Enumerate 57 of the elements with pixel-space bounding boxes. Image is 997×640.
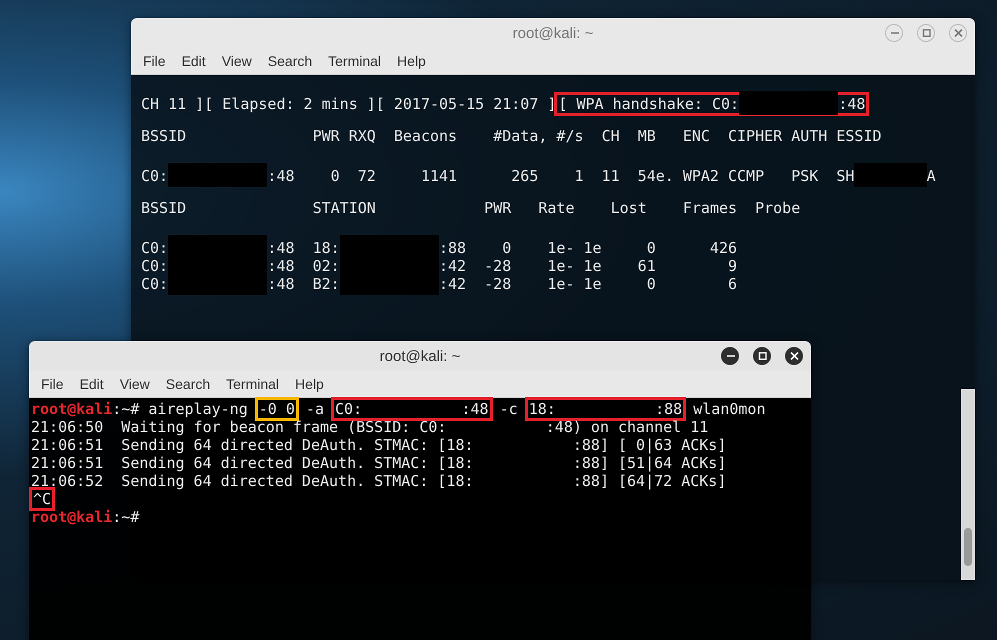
highlight-box: ^C [29, 487, 56, 511]
scrollbar-thumb[interactable] [964, 528, 972, 566]
minimize-icon [890, 29, 898, 37]
terminal-text: C0: [141, 275, 168, 293]
terminal-line: 21:06:51 Sending 64 directed DeAuth. STMAC: [18: :88] [ 0|63 ACKs] [31, 436, 728, 454]
minimize-button[interactable] [721, 347, 739, 365]
close-icon [954, 29, 962, 37]
terminal-text: :~# aireplay-ng [112, 400, 249, 418]
prompt-text: root@kali [31, 508, 112, 526]
terminal-line: 21:06:51 Sending 64 directed DeAuth. STMAC: [18: :88] [51|64 ACKs] [31, 454, 728, 472]
terminal-text: :88 0 1e- 1e 0 426 [439, 239, 738, 257]
terminal-text: :48 B2: [267, 275, 340, 293]
terminal-text: :42 -28 1e- 1e 0 6 [439, 275, 738, 293]
terminal-text: -a [304, 400, 325, 418]
maximize-icon [922, 29, 930, 37]
highlight-box: -0 0 [254, 397, 299, 421]
menu-item[interactable]: Search [260, 53, 320, 69]
terminal-text: :48 02: [267, 257, 340, 275]
menu-item[interactable]: Edit [72, 376, 112, 392]
menu-item[interactable]: File [33, 376, 72, 392]
terminal-text: [ WPA handshake: C0: [558, 95, 740, 113]
menu-item[interactable]: Terminal [320, 53, 390, 69]
minimize-icon [726, 352, 734, 360]
menu-item[interactable]: View [214, 53, 260, 69]
highlight-box: C0: :48 [331, 397, 493, 421]
terminal-text: C0: [141, 239, 168, 257]
terminal-text: C0: [141, 257, 168, 275]
prompt-text: root@kali [31, 400, 112, 418]
menu-item[interactable]: Search [158, 376, 218, 392]
scrollbar[interactable] [961, 389, 975, 580]
terminal-text: wlan0mon [692, 400, 766, 418]
terminal-text: CH 11 ][ Elapsed: 2 mins ][ 2017-05-15 21:07 ] [141, 95, 556, 113]
terminal-text: :48 0 72 1141 265 1 11 54e. WPA2 CCMP PSK SH [267, 167, 854, 185]
terminal-text: A [926, 167, 936, 185]
maximize-button[interactable] [753, 347, 771, 365]
terminal-line: BSSID STATION PWR Rate Lost Frames Probe [141, 199, 802, 217]
terminal-text: :~# [112, 508, 140, 526]
maximize-icon [758, 352, 766, 360]
terminal-line: BSSID PWR RXQ Beacons #Data, #/s CH MB ENC CIPHER AUTH ESSID [141, 127, 883, 145]
menu-item[interactable]: Help [389, 53, 434, 69]
menu-item[interactable]: Terminal [218, 376, 288, 392]
terminal-line: 21:06:50 Waiting for beacon frame (BSSID: C0: :48) on channel 11 [31, 418, 710, 436]
close-icon [790, 352, 798, 360]
window-title: root@kali: ~ [380, 348, 460, 364]
terminal-text: C0: [141, 167, 168, 185]
terminal-text: :48 18: [267, 239, 340, 257]
menu-item[interactable]: View [112, 376, 158, 392]
terminal-line: 21:06:52 Sending 64 directed DeAuth. STMAC: [18: :88] [64|72 ACKs] [31, 472, 728, 490]
terminal-text: -c [498, 400, 519, 418]
menu-item[interactable]: File [135, 53, 174, 69]
terminal-text: :48 [838, 95, 866, 113]
terminal-text: :42 -28 1e- 1e 61 9 [439, 257, 738, 275]
menu-item[interactable]: Help [287, 376, 332, 392]
window-title: root@kali: ~ [512, 24, 594, 42]
close-button[interactable] [785, 347, 803, 365]
menu-item[interactable]: Edit [174, 53, 214, 69]
highlight-box: 18: :88 [524, 397, 686, 421]
